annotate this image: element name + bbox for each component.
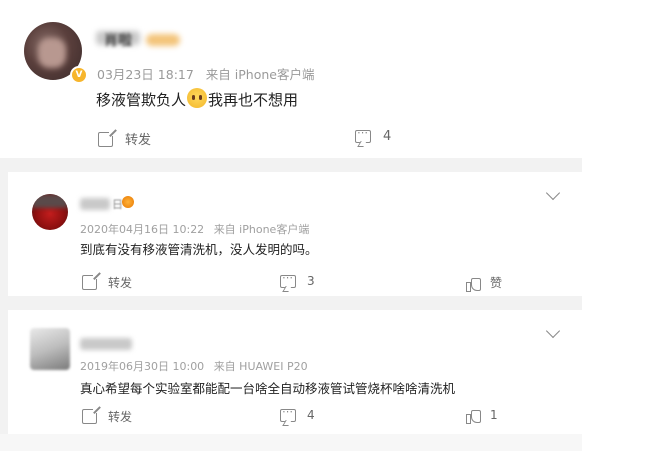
- divider: [0, 172, 8, 451]
- comment-source: 来自 HUAWEI P20: [213, 360, 308, 373]
- repost-button[interactable]: 转发: [82, 273, 133, 291]
- repost-icon: [82, 273, 99, 290]
- username-blur: [80, 198, 110, 210]
- repost-label: 转发: [125, 133, 152, 148]
- chevron-down-icon[interactable]: [545, 185, 561, 201]
- comment-text: 到底有没有移液管清洗机，没人发明的吗。: [80, 242, 318, 257]
- comment-count: 4: [383, 129, 392, 144]
- comment-button[interactable]: 4: [355, 126, 392, 144]
- comment-time: 2020年04月16日 10:22: [80, 223, 205, 236]
- vip-badge-icon: [122, 196, 134, 208]
- like-label: 赞: [490, 276, 503, 290]
- divider: [0, 434, 582, 451]
- like-icon: [466, 409, 481, 424]
- post-meta: 03月23日 18:17 来自 iPhone客户端: [97, 64, 314, 83]
- repost-label: 转发: [108, 410, 133, 424]
- post-time[interactable]: 03月23日 18:17: [97, 67, 194, 82]
- comment-card: 日 2020年04月16日 10:22 来自 iPhone客户端 到底有没有移液…: [8, 172, 582, 296]
- repost-label: 转发: [108, 276, 133, 290]
- repost-icon: [82, 407, 99, 424]
- comment-icon: [280, 405, 296, 422]
- username-blur[interactable]: [80, 338, 132, 350]
- chevron-down-icon[interactable]: [545, 323, 561, 339]
- comment-card: 2019年06月30日 10:00 来自 HUAWEI P20 真心希望每个实验…: [8, 310, 582, 434]
- comment-button[interactable]: 3: [280, 271, 315, 288]
- username[interactable]: 肖啦: [104, 30, 132, 50]
- comment-count: 4: [307, 408, 315, 422]
- post-source: 来自 iPhone客户端: [205, 67, 315, 82]
- verified-badge-icon: V: [70, 66, 88, 84]
- divider: [0, 158, 582, 172]
- comment-meta: 2020年04月16日 10:22 来自 iPhone客户端: [80, 221, 309, 237]
- divider: [0, 296, 582, 310]
- comment-count: 3: [307, 274, 315, 288]
- comment-time: 2019年06月30日 10:00: [80, 360, 205, 373]
- original-post: V 肖啦 03月23日 18:17 来自 iPhone客户端 移液管欺负人 我再也…: [0, 0, 582, 158]
- avatar[interactable]: [32, 194, 68, 230]
- repost-button[interactable]: 转发: [98, 129, 151, 148]
- like-button[interactable]: 1: [466, 408, 498, 424]
- post-text-part1: 移液管欺负人: [96, 91, 187, 109]
- repost-icon: [98, 130, 115, 147]
- post-text-part2: 我再也不想用: [208, 91, 299, 109]
- comment-button[interactable]: 4: [280, 405, 315, 422]
- like-icon: [466, 277, 481, 292]
- comment-text: 真心希望每个实验室都能配一台啥全自动移液管试管烧杯啥啥清洗机: [80, 381, 456, 396]
- comment-meta: 2019年06月30日 10:00 来自 HUAWEI P20: [80, 358, 308, 374]
- post-text: 移液管欺负人 我再也不想用: [96, 88, 298, 110]
- repost-button[interactable]: 转发: [82, 407, 133, 425]
- comment-source: 来自 iPhone客户端: [213, 223, 310, 236]
- comment-icon: [355, 126, 371, 143]
- like-button[interactable]: 赞: [466, 274, 503, 292]
- avatar[interactable]: [30, 328, 70, 370]
- member-badge-icon: [146, 34, 180, 46]
- comment-icon: [280, 271, 296, 288]
- crying-emoji-icon: [187, 88, 208, 108]
- like-count: 1: [490, 408, 498, 422]
